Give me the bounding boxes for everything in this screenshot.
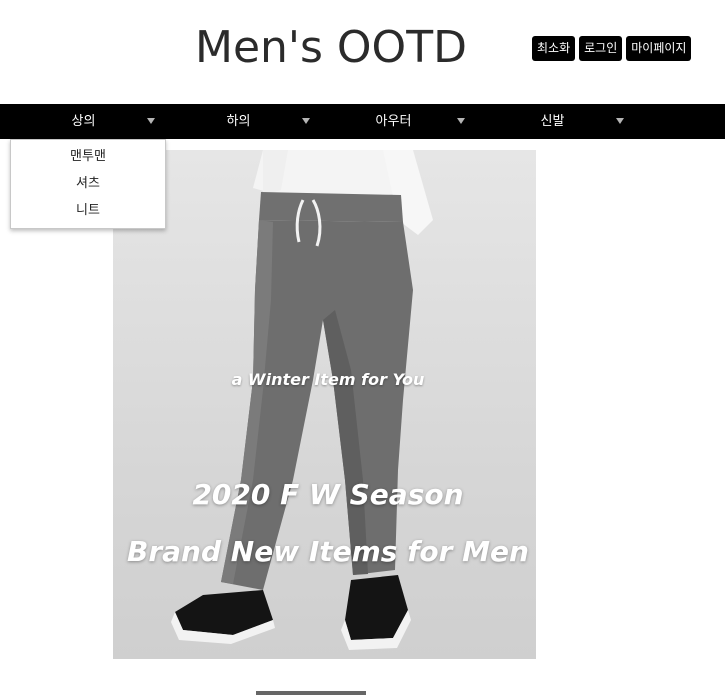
login-button[interactable]: 로그인: [579, 36, 623, 61]
nav-item-label: 아우터: [375, 114, 412, 129]
main-nav: 상의 하의 아우터 신발: [0, 104, 725, 139]
tops-dropdown-menu: 맨투맨 셔츠 니트: [10, 139, 166, 229]
nav-item-shoes[interactable]: 신발: [475, 104, 630, 139]
hero-headline: Brand New Items for Men: [127, 535, 529, 568]
hero-tagline: a Winter Item for You: [231, 370, 425, 389]
hero-banner[interactable]: a Winter Item for You 2020 F W Season Br…: [113, 150, 536, 659]
dropdown-item-knit[interactable]: 니트: [11, 197, 165, 224]
minimize-button[interactable]: 최소화: [532, 36, 576, 61]
top-button-group: 최소화 로그인 마이페이지: [532, 36, 692, 61]
nav-item-label: 하의: [226, 114, 251, 129]
nav-item-outer[interactable]: 아우터: [316, 104, 471, 139]
nav-item-tops[interactable]: 상의: [6, 104, 161, 139]
site-title: Men's OOTD: [195, 22, 467, 73]
mypage-button[interactable]: 마이페이지: [626, 36, 692, 61]
hero-photo-pants: [171, 150, 433, 650]
nav-item-label: 상의: [71, 114, 96, 129]
chevron-down-icon: [457, 118, 465, 124]
dropdown-item-shirt[interactable]: 셔츠: [11, 170, 165, 197]
chevron-down-icon: [302, 118, 310, 124]
nav-item-label: 신발: [540, 114, 565, 129]
dropdown-item-sweatshirt[interactable]: 맨투맨: [11, 143, 165, 170]
hero-season-text: 2020 F W Season: [192, 478, 464, 511]
chevron-down-icon: [616, 118, 624, 124]
chevron-down-icon: [147, 118, 155, 124]
below-fold-heading: [256, 686, 366, 695]
cropped-heading-text: [256, 691, 366, 695]
nav-item-bottoms[interactable]: 하의: [161, 104, 316, 139]
